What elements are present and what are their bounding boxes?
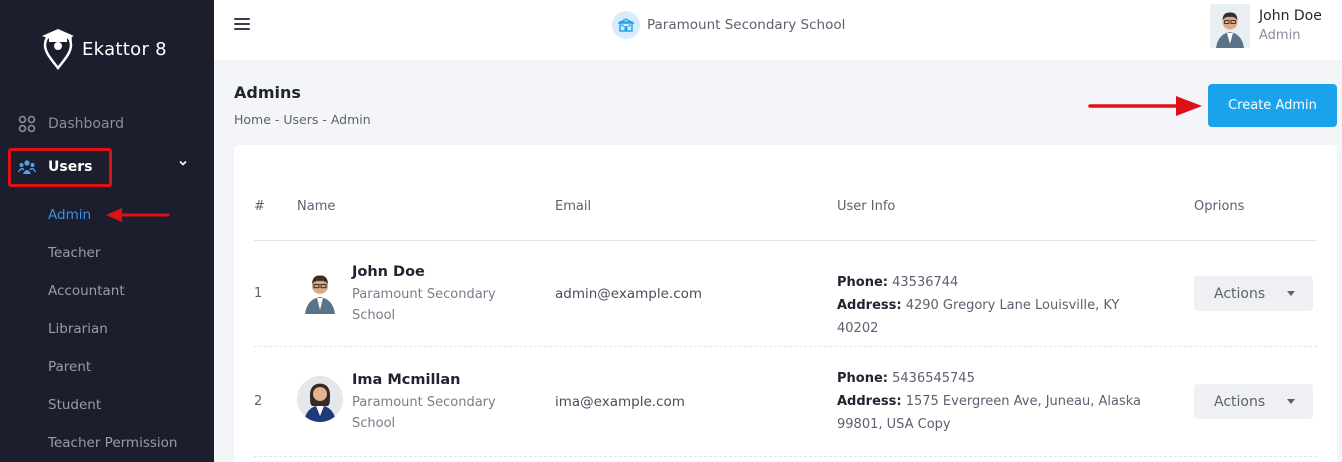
phone-label: Phone: <box>837 371 888 386</box>
phone-label: Phone: <box>837 275 888 290</box>
sidebar-subitem-librarian[interactable]: Librarian <box>48 321 108 337</box>
user-name: John Doe <box>352 264 425 280</box>
app-name: Ekattor 8 <box>82 38 167 60</box>
user-school: Paramount Secondary School <box>352 395 496 431</box>
avatar <box>297 376 343 422</box>
actions-dropdown-button[interactable]: Actions <box>1194 276 1313 311</box>
hamburger-menu-icon[interactable] <box>234 18 250 32</box>
user-role: Admin <box>1259 28 1301 43</box>
user-info: Phone: 43536744 Address: 4290 Gregory La… <box>837 271 1157 340</box>
sidebar-subitem-student[interactable]: Student <box>48 397 101 413</box>
divider <box>254 240 1317 241</box>
avatar <box>297 268 343 314</box>
chevron-down-icon[interactable] <box>177 157 189 169</box>
address-label: Address: <box>837 298 902 313</box>
user-avatar[interactable] <box>1210 4 1250 48</box>
sidebar-item-label: Users <box>48 159 93 175</box>
sidebar-item-users[interactable]: Users <box>18 158 92 176</box>
annotation-arrow <box>106 208 170 222</box>
school-icon <box>612 11 640 39</box>
row-number: 1 <box>254 286 263 301</box>
sidebar: Ekattor 8 Dashboard Users Admin Teacher … <box>0 0 214 462</box>
address-label: Address: <box>837 394 902 409</box>
breadcrumb: Home - Users - Admin <box>234 112 371 127</box>
top-bar: Paramount Secondary School John Doe Admi… <box>214 0 1342 60</box>
school-name: Paramount Secondary School <box>647 17 846 33</box>
phone-value: 43536744 <box>892 275 959 290</box>
divider <box>254 456 1317 457</box>
user-info: Phone: 5436545745 Address: 1575 Evergree… <box>837 367 1157 436</box>
column-header-number: # <box>254 199 265 214</box>
annotation-arrow <box>1088 96 1202 116</box>
column-header-options: Oprions <box>1194 199 1245 214</box>
actions-dropdown-button[interactable]: Actions <box>1194 384 1313 419</box>
grid-icon <box>18 115 36 133</box>
users-icon <box>18 158 36 176</box>
phone-value: 5436545745 <box>892 371 975 386</box>
sidebar-item-dashboard[interactable]: Dashboard <box>18 115 124 133</box>
caret-down-icon <box>1287 399 1295 404</box>
caret-down-icon <box>1287 291 1295 296</box>
sidebar-subitem-accountant[interactable]: Accountant <box>48 283 125 299</box>
sidebar-subitem-admin[interactable]: Admin <box>48 207 91 223</box>
column-header-user-info: User Info <box>837 199 896 214</box>
sidebar-subitem-teacher[interactable]: Teacher <box>48 245 100 261</box>
column-header-name: Name <box>297 199 336 214</box>
create-admin-button[interactable]: Create Admin <box>1208 84 1337 127</box>
user-name[interactable]: John Doe <box>1259 8 1322 24</box>
page-title: Admins <box>234 83 301 102</box>
row-number: 2 <box>254 394 263 409</box>
sidebar-subitem-teacher-permission[interactable]: Teacher Permission <box>48 435 177 451</box>
column-header-email: Email <box>555 199 592 214</box>
user-name: Ima Mcmillan <box>352 372 461 388</box>
app-logo[interactable]: Ekattor 8 <box>40 28 167 70</box>
school-selector: Paramount Secondary School <box>612 11 845 39</box>
divider <box>254 346 1317 347</box>
actions-label: Actions <box>1214 393 1266 410</box>
sidebar-item-label: Dashboard <box>48 116 124 132</box>
logo-icon <box>42 29 74 70</box>
actions-label: Actions <box>1214 285 1266 302</box>
user-school: Paramount Secondary School <box>352 287 496 323</box>
sidebar-subitem-parent[interactable]: Parent <box>48 359 91 375</box>
user-email: ima@example.com <box>555 394 685 410</box>
user-email: admin@example.com <box>555 286 703 302</box>
